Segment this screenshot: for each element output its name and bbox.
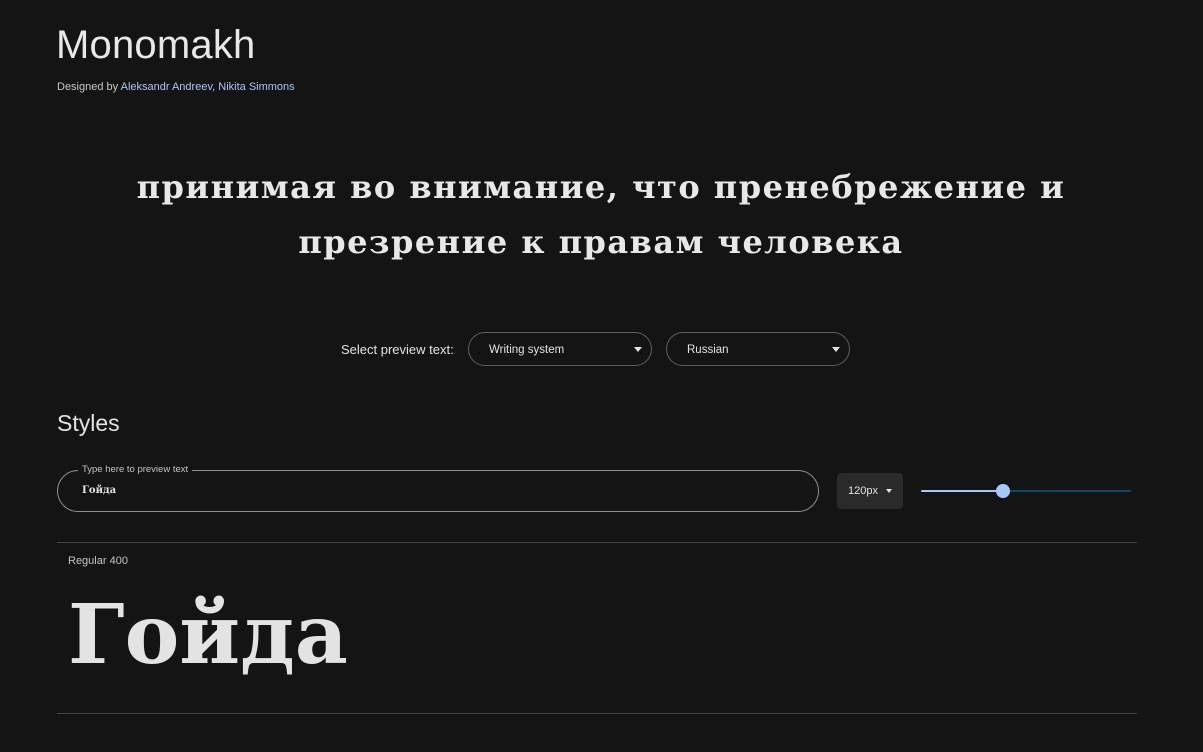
preview-text-input-value[interactable]: Гойда [82,485,116,496]
slider-track-active [921,490,1003,492]
designer-link-aleksandr-andreev[interactable]: Aleksandr Andreev [121,81,213,93]
writing-system-value: Writing system [489,344,565,356]
language-dropdown[interactable]: Russian [666,332,850,366]
writing-system-dropdown[interactable]: Writing system [468,332,652,366]
language-value: Russian [687,344,729,356]
font-size-dropdown[interactable]: 120px [837,473,903,509]
divider [57,542,1137,543]
designer-link-nikita-simmons[interactable]: Nikita Simmons [218,81,294,93]
preview-text-selector: Select preview text: Writing system Russ… [0,332,1203,368]
preview-text-input[interactable]: Type here to preview text Гойда [57,464,819,512]
designed-by-label: Designed by [57,81,121,93]
font-title: Monomakh [56,23,256,67]
chevron-down-icon [886,489,892,493]
font-specimen-page: Monomakh Designed by Aleksandr Andreev, … [0,0,1203,752]
style-name-regular-400: Regular 400 [68,555,128,567]
chevron-down-icon [832,347,840,352]
slider-thumb[interactable] [996,484,1010,498]
style-sample-regular-400: Гойда [68,587,348,683]
designer-credit: Designed by Aleksandr Andreev, Nikita Si… [57,81,295,93]
styles-heading: Styles [57,410,120,436]
slider-track-inactive [1003,490,1131,492]
hero-preview-text: принимая во внимание, что пренебрежение … [136,168,1066,261]
divider [57,713,1137,714]
font-size-value: 120px [848,485,878,497]
font-size-slider[interactable] [921,481,1131,501]
preview-text-input-label: Type here to preview text [78,464,193,475]
chevron-down-icon [634,347,642,352]
preview-select-label: Select preview text: [341,342,454,357]
